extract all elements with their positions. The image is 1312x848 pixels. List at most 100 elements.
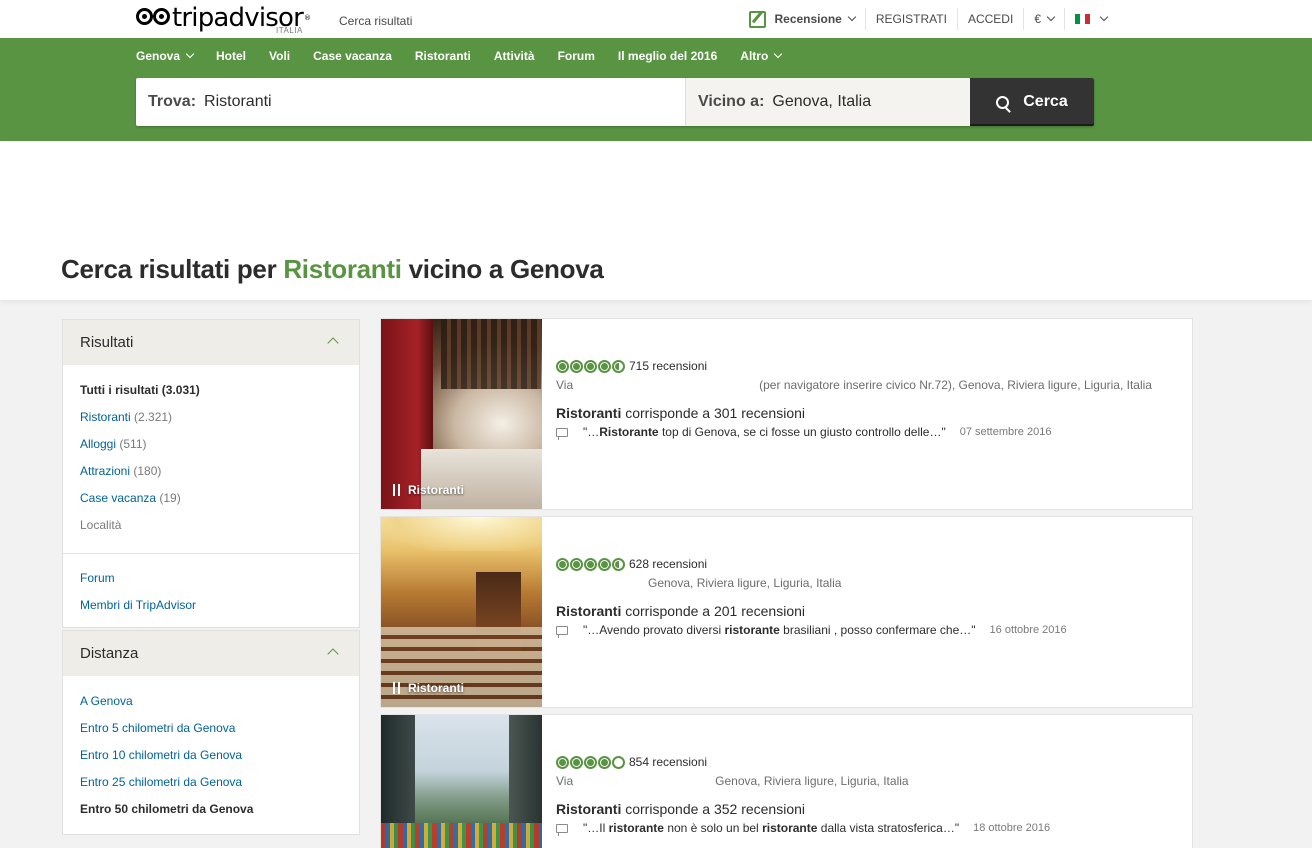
logo-country: ITALIA: [276, 26, 303, 35]
result-photo[interactable]: [381, 715, 542, 848]
review-date: 07 settembre 2016: [959, 426, 1052, 438]
rating[interactable]: 854 recensioni: [556, 755, 1181, 769]
comment-icon: [556, 625, 568, 638]
distance-panel-header[interactable]: Distanza: [63, 631, 359, 676]
review-count[interactable]: 715 recensioni: [629, 359, 707, 373]
result-card[interactable]: Ristoranti 628 recensioni Genova, Rivier…: [380, 516, 1193, 708]
result-card[interactable]: Ristoranti 715 recensioni Via (per naviga…: [380, 318, 1193, 510]
near-label: Vicino a:: [698, 93, 765, 110]
main-nav: Genova Hotel Voli Case vacanza Ristorant…: [136, 49, 804, 63]
nav-genova[interactable]: Genova: [136, 49, 195, 63]
rating-bubble-icon: [570, 557, 583, 571]
review-count[interactable]: 854 recensioni: [629, 755, 707, 769]
top-bar: tripadvisor® ITALIA Cerca risultati Rece…: [0, 0, 1312, 38]
search-icon: [996, 95, 1010, 109]
rating-bubble-icon: [556, 755, 569, 769]
rating[interactable]: 715 recensioni: [556, 359, 1181, 373]
result-category-label: Ristoranti: [392, 483, 464, 497]
heading-area: Cerca risultati per Ristoranti vicino a …: [0, 141, 1312, 300]
filter-case-vacanza[interactable]: Case vacanza (19): [80, 491, 342, 518]
comment-icon: [556, 427, 568, 440]
filter-forum[interactable]: Forum: [80, 571, 342, 598]
owl-logo-icon: [136, 6, 172, 30]
rating-bubble-icon: [598, 359, 611, 373]
filter-members[interactable]: Membri di TripAdvisor: [80, 598, 342, 625]
search-button[interactable]: Cerca: [970, 78, 1094, 126]
result-address: Genova, Riviera ligure, Liguria, Italia: [648, 576, 842, 590]
chevron-down-icon: [1099, 12, 1109, 22]
comment-icon: [556, 823, 568, 836]
rating-bubble-icon: [584, 755, 597, 769]
result-match[interactable]: Ristoranti corrisponde a 352 recensioni: [556, 801, 1181, 817]
rating-bubble-icon: [570, 359, 583, 373]
result-photo[interactable]: Ristoranti: [381, 517, 542, 707]
filter-all[interactable]: Tutti i risultati (3.031): [80, 383, 342, 410]
search-band: Genova Hotel Voli Case vacanza Ristorant…: [0, 38, 1312, 141]
search-form: Trova: Ristoranti Vicino a: Genova, Ital…: [136, 78, 1094, 126]
nav-altro[interactable]: Altro: [740, 49, 783, 63]
review-button[interactable]: Recensione: [739, 8, 866, 30]
nav-case-vacanza[interactable]: Case vacanza: [313, 49, 392, 63]
rating-half-bubble-icon: [612, 359, 625, 373]
login-link[interactable]: ACCEDI: [958, 8, 1025, 30]
nav-ristoranti[interactable]: Ristoranti: [415, 49, 471, 63]
breadcrumb: Cerca risultati: [339, 14, 413, 28]
language-selector[interactable]: [1065, 8, 1312, 30]
rating-bubble-icon: [598, 755, 611, 769]
italy-flag-icon: [1075, 14, 1090, 24]
review-date: 16 ottobre 2016: [989, 624, 1067, 636]
distance-10km[interactable]: Entro 10 chilometri da Genova: [80, 748, 342, 775]
result-match[interactable]: Ristoranti corrisponde a 301 recensioni: [556, 405, 1181, 421]
distance-5km[interactable]: Entro 5 chilometri da Genova: [80, 721, 342, 748]
page-title: Cerca risultati per Ristoranti vicino a …: [61, 254, 604, 284]
result-address: Via Genova, Riviera ligure, Liguria, Ital…: [556, 774, 909, 788]
chevron-down-icon: [185, 49, 195, 59]
rating-half-bubble-icon: [612, 557, 625, 571]
rating-bubble-icon: [556, 359, 569, 373]
rating-bubble-icon: [570, 755, 583, 769]
result-address: Via (per navigatore inserire civico Nr.72…: [556, 378, 1152, 392]
nav-voli[interactable]: Voli: [269, 49, 290, 63]
rating-bubble-icon: [584, 557, 597, 571]
distance-25km[interactable]: Entro 25 chilometri da Genova: [80, 775, 342, 802]
near-value: Genova, Italia: [772, 93, 872, 110]
distance-filter-panel: Distanza A Genova Entro 5 chilometri da …: [62, 630, 360, 835]
fork-knife-icon: [392, 484, 401, 496]
fork-knife-icon: [392, 682, 401, 694]
find-input[interactable]: Trova: Ristoranti: [148, 78, 683, 126]
chevron-up-icon: [327, 337, 339, 349]
review-date: 18 ottobre 2016: [973, 822, 1051, 834]
distance-in-genova[interactable]: A Genova: [80, 694, 342, 721]
rating-empty-bubble-icon: [612, 755, 625, 769]
review-count[interactable]: 628 recensioni: [629, 557, 707, 571]
filter-localita: Località: [80, 518, 122, 532]
chevron-down-icon: [774, 49, 783, 59]
result-card[interactable]: 854 recensioni Via Genova, Riviera ligure…: [380, 714, 1193, 848]
review-snippet[interactable]: "…Il ristorante non è solo un bel ristor…: [556, 821, 1181, 836]
register-link[interactable]: REGISTRATI: [866, 8, 958, 30]
write-review-icon: [749, 10, 767, 28]
distance-50km[interactable]: Entro 50 chilometri da Genova: [80, 802, 342, 829]
result-match[interactable]: Ristoranti corrisponde a 201 recensioni: [556, 603, 1181, 619]
results-panel-header[interactable]: Risultati: [63, 320, 359, 365]
filter-ristoranti[interactable]: Ristoranti (2.321): [80, 410, 342, 437]
filter-alloggi[interactable]: Alloggi (511): [80, 437, 342, 464]
currency-selector[interactable]: €: [1024, 8, 1065, 30]
chevron-up-icon: [327, 648, 339, 660]
rating-bubble-icon: [598, 557, 611, 571]
nav-forum[interactable]: Forum: [558, 49, 595, 63]
near-input[interactable]: Vicino a: Genova, Italia: [685, 78, 970, 126]
nav-attivita[interactable]: Attività: [494, 49, 535, 63]
results-filter-panel: Risultati Tutti i risultati (3.031) Rist…: [62, 319, 360, 628]
top-nav: Recensione REGISTRATI ACCEDI €: [739, 0, 1312, 38]
page-title-query: Ristoranti: [283, 254, 402, 284]
rating-bubble-icon: [556, 557, 569, 571]
nav-hotel[interactable]: Hotel: [216, 49, 246, 63]
rating[interactable]: 628 recensioni: [556, 557, 1181, 571]
nav-best-2016[interactable]: Il meglio del 2016: [618, 49, 717, 63]
review-snippet[interactable]: "…Avendo provato diversi ristorante bras…: [556, 623, 1181, 638]
chevron-down-icon: [1046, 12, 1056, 22]
result-photo[interactable]: Ristoranti: [381, 319, 542, 509]
review-snippet[interactable]: "… Ristorante top di Genova, se ci fosse …: [556, 425, 1181, 440]
filter-attrazioni[interactable]: Attrazioni (180): [80, 464, 342, 491]
